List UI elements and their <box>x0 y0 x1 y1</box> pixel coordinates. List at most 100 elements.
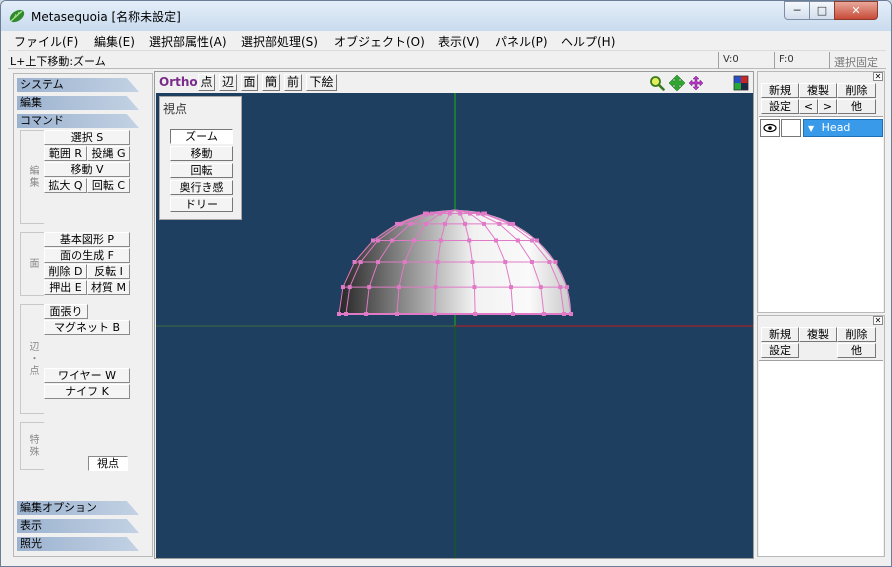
mesh-vertex <box>468 211 473 216</box>
mesh-vertex <box>432 312 437 316</box>
mesh-vertex <box>395 312 399 316</box>
menu-help[interactable]: ヘルプ(H) <box>559 33 617 50</box>
object-new-button[interactable]: 新規 <box>761 83 799 98</box>
mesh-vertex <box>562 312 567 316</box>
create-face-button[interactable]: 面の生成 F <box>44 248 130 263</box>
minimize-button[interactable]: ─ <box>784 1 810 20</box>
material-panel-close-icon[interactable]: ✕ <box>873 316 883 325</box>
select-button[interactable]: 選択 S <box>44 130 130 145</box>
stretch-face-button[interactable]: 面張り <box>44 304 88 319</box>
mesh-vertex <box>463 221 468 226</box>
material-new-button[interactable]: 新規 <box>761 327 799 342</box>
mesh-vertex <box>535 238 540 243</box>
mesh-vertex <box>467 238 472 243</box>
mesh-vertex <box>447 211 452 216</box>
scale-button[interactable]: 拡大 Q <box>44 178 87 193</box>
menu-file[interactable]: ファイル(F) <box>12 33 80 50</box>
group-label-edit: 編集 <box>20 130 44 224</box>
range-button[interactable]: 範囲 R <box>44 146 87 161</box>
face-mode-button[interactable]: 面 <box>241 74 258 91</box>
selection-lock-button[interactable]: 選択固定 <box>829 52 886 69</box>
mesh-vertex <box>483 211 488 216</box>
edge-mode-button[interactable]: 辺 <box>219 74 237 91</box>
object-name-cell[interactable]: ▼ Head <box>803 119 883 137</box>
lock-toggle[interactable] <box>781 119 801 137</box>
menu-selection-attributes[interactable]: 選択部属性(A) <box>147 33 229 50</box>
object-delete-button[interactable]: 削除 <box>837 83 876 98</box>
close-button[interactable]: ✕ <box>834 1 878 20</box>
viewpoint-title: 視点 <box>163 102 188 116</box>
group-label-edge-vertex: 辺・点 <box>20 304 44 414</box>
object-other-button[interactable]: 他 <box>837 99 876 114</box>
invert-face-button[interactable]: 反転 I <box>87 264 130 279</box>
mesh-vertex <box>558 285 563 290</box>
vp-zoom-button[interactable]: ズーム <box>170 129 233 144</box>
mesh-vertex <box>347 285 352 290</box>
wire-button[interactable]: ワイヤー W <box>44 368 130 383</box>
object-row-head[interactable]: ▼ Head <box>760 119 883 137</box>
vp-perspective-button[interactable]: 奥行き感 <box>170 180 233 195</box>
section-system[interactable]: システム <box>17 78 139 92</box>
front-mode-button[interactable]: 前 <box>284 74 302 91</box>
magnet-button[interactable]: マグネット B <box>44 320 130 335</box>
mesh-vertex <box>497 221 502 226</box>
material-delete-button[interactable]: 削除 <box>837 327 876 342</box>
menu-selection-processing[interactable]: 選択部処理(S) <box>239 33 320 50</box>
move-button[interactable]: 移動 V <box>44 162 130 177</box>
knife-button[interactable]: ナイフ K <box>44 384 130 399</box>
mesh-vertex <box>343 312 348 316</box>
section-lighting[interactable]: 照光 <box>17 537 139 551</box>
mesh-vertex <box>375 238 380 243</box>
material-button[interactable]: 材質 M <box>87 280 130 295</box>
delete-face-button[interactable]: 削除 D <box>44 264 87 279</box>
object-panel-close-icon[interactable]: ✕ <box>873 72 883 81</box>
viewpoint-button[interactable]: 視点 <box>88 456 128 471</box>
rotate-button[interactable]: 回転 C <box>87 178 130 193</box>
lasso-button[interactable]: 投縄 G <box>87 146 130 161</box>
extrude-button[interactable]: 押出 E <box>44 280 87 295</box>
material-settings-button[interactable]: 設定 <box>761 343 799 358</box>
move-view-icon[interactable] <box>669 75 685 91</box>
menu-panel[interactable]: パネル(P) <box>493 33 550 50</box>
material-other-button[interactable]: 他 <box>837 343 876 358</box>
view-toolbar: Ortho 点 辺 面 簡 前 下絵 <box>156 73 753 92</box>
section-command[interactable]: コマンド <box>17 114 139 128</box>
section-edit-options[interactable]: 編集オプション <box>17 501 139 515</box>
vp-rotate-button[interactable]: 回転 <box>170 163 233 178</box>
mesh-vertex <box>442 221 447 226</box>
projection-mode-toggle[interactable]: Ortho <box>159 75 198 89</box>
3d-viewport[interactable]: 視点 ズーム 移動 回転 奥行き感 ドリー <box>156 93 753 558</box>
mesh-vertex <box>547 260 552 264</box>
vertex-mode-button[interactable]: 点 <box>198 74 215 91</box>
visibility-eye-icon[interactable] <box>760 119 780 137</box>
title-bar[interactable]: Metasequoia [名称未設定] ─ □ ✕ <box>1 1 891 31</box>
material-copy-button[interactable]: 複製 <box>799 327 837 342</box>
maximize-button[interactable]: □ <box>809 1 835 20</box>
rotate-view-icon[interactable] <box>688 75 704 91</box>
scene-canvas[interactable] <box>156 93 753 558</box>
mesh-vertex <box>507 221 512 226</box>
section-display[interactable]: 表示 <box>17 519 139 533</box>
menu-object[interactable]: オブジェクト(O) <box>332 33 427 50</box>
mesh-vertex <box>376 260 381 264</box>
object-prev-button[interactable]: < <box>799 99 818 114</box>
underlay-button[interactable]: 下絵 <box>306 74 337 91</box>
object-copy-button[interactable]: 複製 <box>799 83 837 98</box>
mesh-vertex <box>541 312 546 316</box>
object-settings-button[interactable]: 設定 <box>761 99 799 114</box>
group-label-special: 特殊 <box>20 422 44 470</box>
object-next-button[interactable]: > <box>818 99 837 114</box>
mesh-vertex <box>435 260 440 264</box>
section-edit[interactable]: 編集 <box>17 96 139 110</box>
zoom-icon[interactable] <box>649 75 665 91</box>
menu-edit[interactable]: 編集(E) <box>92 33 137 50</box>
mesh-vertex <box>503 260 508 264</box>
color-palette-icon[interactable] <box>733 75 749 91</box>
menu-view[interactable]: 表示(V) <box>436 33 482 50</box>
mesh-vertex <box>475 211 480 216</box>
expand-arrow-icon[interactable]: ▼ <box>808 124 814 133</box>
simple-mode-button[interactable]: 簡 <box>262 74 280 91</box>
vp-dolly-button[interactable]: ドリー <box>170 197 233 212</box>
vp-move-button[interactable]: 移動 <box>170 146 233 161</box>
primitive-button[interactable]: 基本図形 P <box>44 232 130 247</box>
